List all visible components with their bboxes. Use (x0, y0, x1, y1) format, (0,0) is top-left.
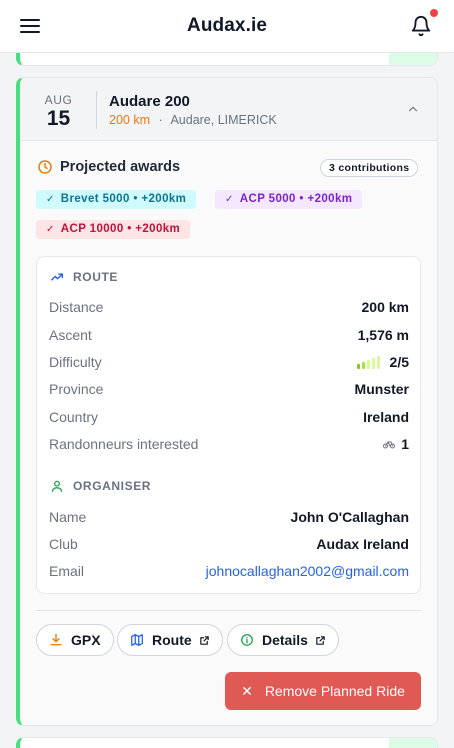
event-card: AUG 15 Audare 200 200 km · Audare, LIMER… (16, 77, 438, 726)
route-country-value: Ireland (363, 409, 409, 425)
user-icon (51, 480, 63, 492)
meta-separator: · (158, 113, 163, 127)
route-difficulty-label: Difficulty (49, 354, 102, 370)
awards-title-text: Projected awards (60, 159, 181, 175)
organiser-club-value: Audax Ireland (316, 536, 409, 552)
check-icon: ✓ (225, 194, 234, 205)
organiser-club-label: Club (49, 536, 78, 552)
route-button[interactable]: Route (117, 624, 223, 656)
route-section-title: ROUTE (50, 270, 118, 284)
bell-icon (411, 16, 431, 37)
details-button-label: Details (262, 632, 308, 648)
notifications-button[interactable] (410, 14, 432, 38)
route-interested-label: Randonneurs interested (49, 436, 199, 452)
hamburger-icon-line (20, 25, 40, 27)
close-icon: ✕ (241, 682, 253, 699)
external-link-icon (316, 635, 325, 645)
route-interested-row: Randonneurs interested 1 (49, 436, 409, 456)
bike-icon (383, 441, 396, 449)
remove-button-label: Remove Planned Ride (264, 683, 405, 699)
event-month: AUG (44, 93, 73, 107)
external-link-icon (199, 635, 209, 645)
route-button-label: Route (152, 632, 192, 648)
gpx-button-label: GPX (71, 632, 101, 648)
route-interested-value-wrap: 1 (383, 436, 409, 452)
date-divider (96, 91, 97, 129)
organiser-section-title-text: ORGANISER (73, 479, 152, 493)
award-badge-label: Brevet 5000 • +200km (60, 193, 187, 205)
difficulty-bar (361, 361, 365, 369)
section-divider (36, 610, 421, 611)
card-status-stripe (389, 738, 437, 748)
event-info-panel: ROUTE Distance 200 km Ascent 1,576 m Dif… (36, 256, 421, 594)
event-day: 15 (46, 107, 71, 130)
next-event-card[interactable] (16, 737, 438, 748)
notification-dot (430, 9, 438, 17)
award-badge-label: ACP 10000 • +200km (60, 223, 181, 235)
route-section-title-text: ROUTE (73, 270, 118, 284)
hamburger-icon-line (20, 31, 40, 33)
route-distance-label: Distance (49, 299, 104, 315)
route-province-value: Munster (354, 381, 409, 397)
organiser-email-label: Email (49, 563, 85, 579)
route-province-label: Province (49, 381, 104, 397)
organiser-name-row: Name John O'Callaghan (49, 509, 409, 529)
route-country-label: Country (49, 409, 99, 425)
event-distance: 200 km (109, 113, 150, 127)
organiser-name-label: Name (49, 509, 87, 525)
route-distance-row: Distance 200 km (49, 299, 409, 319)
chevron-up-icon[interactable] (406, 102, 420, 116)
route-difficulty-value: 2/5 (389, 354, 409, 370)
event-meta: 200 km · Audare, LIMERICK (109, 113, 277, 127)
details-button[interactable]: Details (227, 624, 339, 656)
remove-planned-ride-button[interactable]: ✕ Remove Planned Ride (225, 672, 421, 710)
menu-button[interactable] (20, 17, 40, 35)
route-country-row: Country Ireland (49, 409, 409, 429)
difficulty-bar (366, 359, 370, 369)
route-province-row: Province Munster (49, 381, 409, 401)
route-distance-value: 200 km (361, 299, 409, 315)
contributions-badge: 3 contributions (320, 159, 419, 177)
organiser-section-title: ORGANISER (50, 479, 151, 493)
top-app-bar: Audax.ie (0, 0, 454, 53)
route-ascent-row: Ascent 1,576 m (49, 327, 409, 347)
route-ascent-value: 1,576 m (357, 327, 409, 343)
organiser-email-link[interactable]: johnocallaghan2002@gmail.com (206, 563, 409, 579)
difficulty-bars (356, 355, 382, 369)
award-badge-label: ACP 5000 • +200km (239, 193, 353, 205)
award-badge: ✓ ACP 5000 • +200km (215, 190, 363, 209)
download-icon (50, 634, 62, 646)
clock-icon (38, 160, 52, 174)
difficulty-bar (376, 355, 380, 369)
event-location: Audare, LIMERICK (170, 113, 277, 127)
award-badge: ✓ Brevet 5000 • +200km (36, 190, 197, 209)
info-icon (241, 634, 253, 646)
hamburger-icon-line (20, 19, 40, 21)
check-icon: ✓ (46, 224, 55, 235)
check-icon: ✓ (46, 194, 55, 205)
route-difficulty-row: Difficulty 2/5 (49, 354, 409, 374)
organiser-email-row: Email johnocallaghan2002@gmail.com (49, 563, 409, 583)
event-name: Audare 200 (109, 93, 190, 110)
organiser-club-row: Club Audax Ireland (49, 536, 409, 556)
award-badge: ✓ ACP 10000 • +200km (36, 220, 191, 239)
map-icon (131, 634, 143, 646)
difficulty-bar (371, 357, 375, 369)
app-title: Audax.ie (187, 15, 267, 36)
route-ascent-label: Ascent (49, 327, 92, 343)
trending-up-icon (51, 273, 63, 281)
difficulty-bar (356, 363, 360, 369)
route-difficulty-value-wrap: 2/5 (356, 354, 409, 370)
organiser-name-value: John O'Callaghan (290, 509, 409, 525)
route-interested-value: 1 (401, 436, 409, 452)
gpx-button[interactable]: GPX (36, 624, 114, 656)
event-card-header[interactable]: AUG 15 Audare 200 200 km · Audare, LIMER… (20, 78, 437, 141)
awards-title: Projected awards (37, 159, 180, 175)
